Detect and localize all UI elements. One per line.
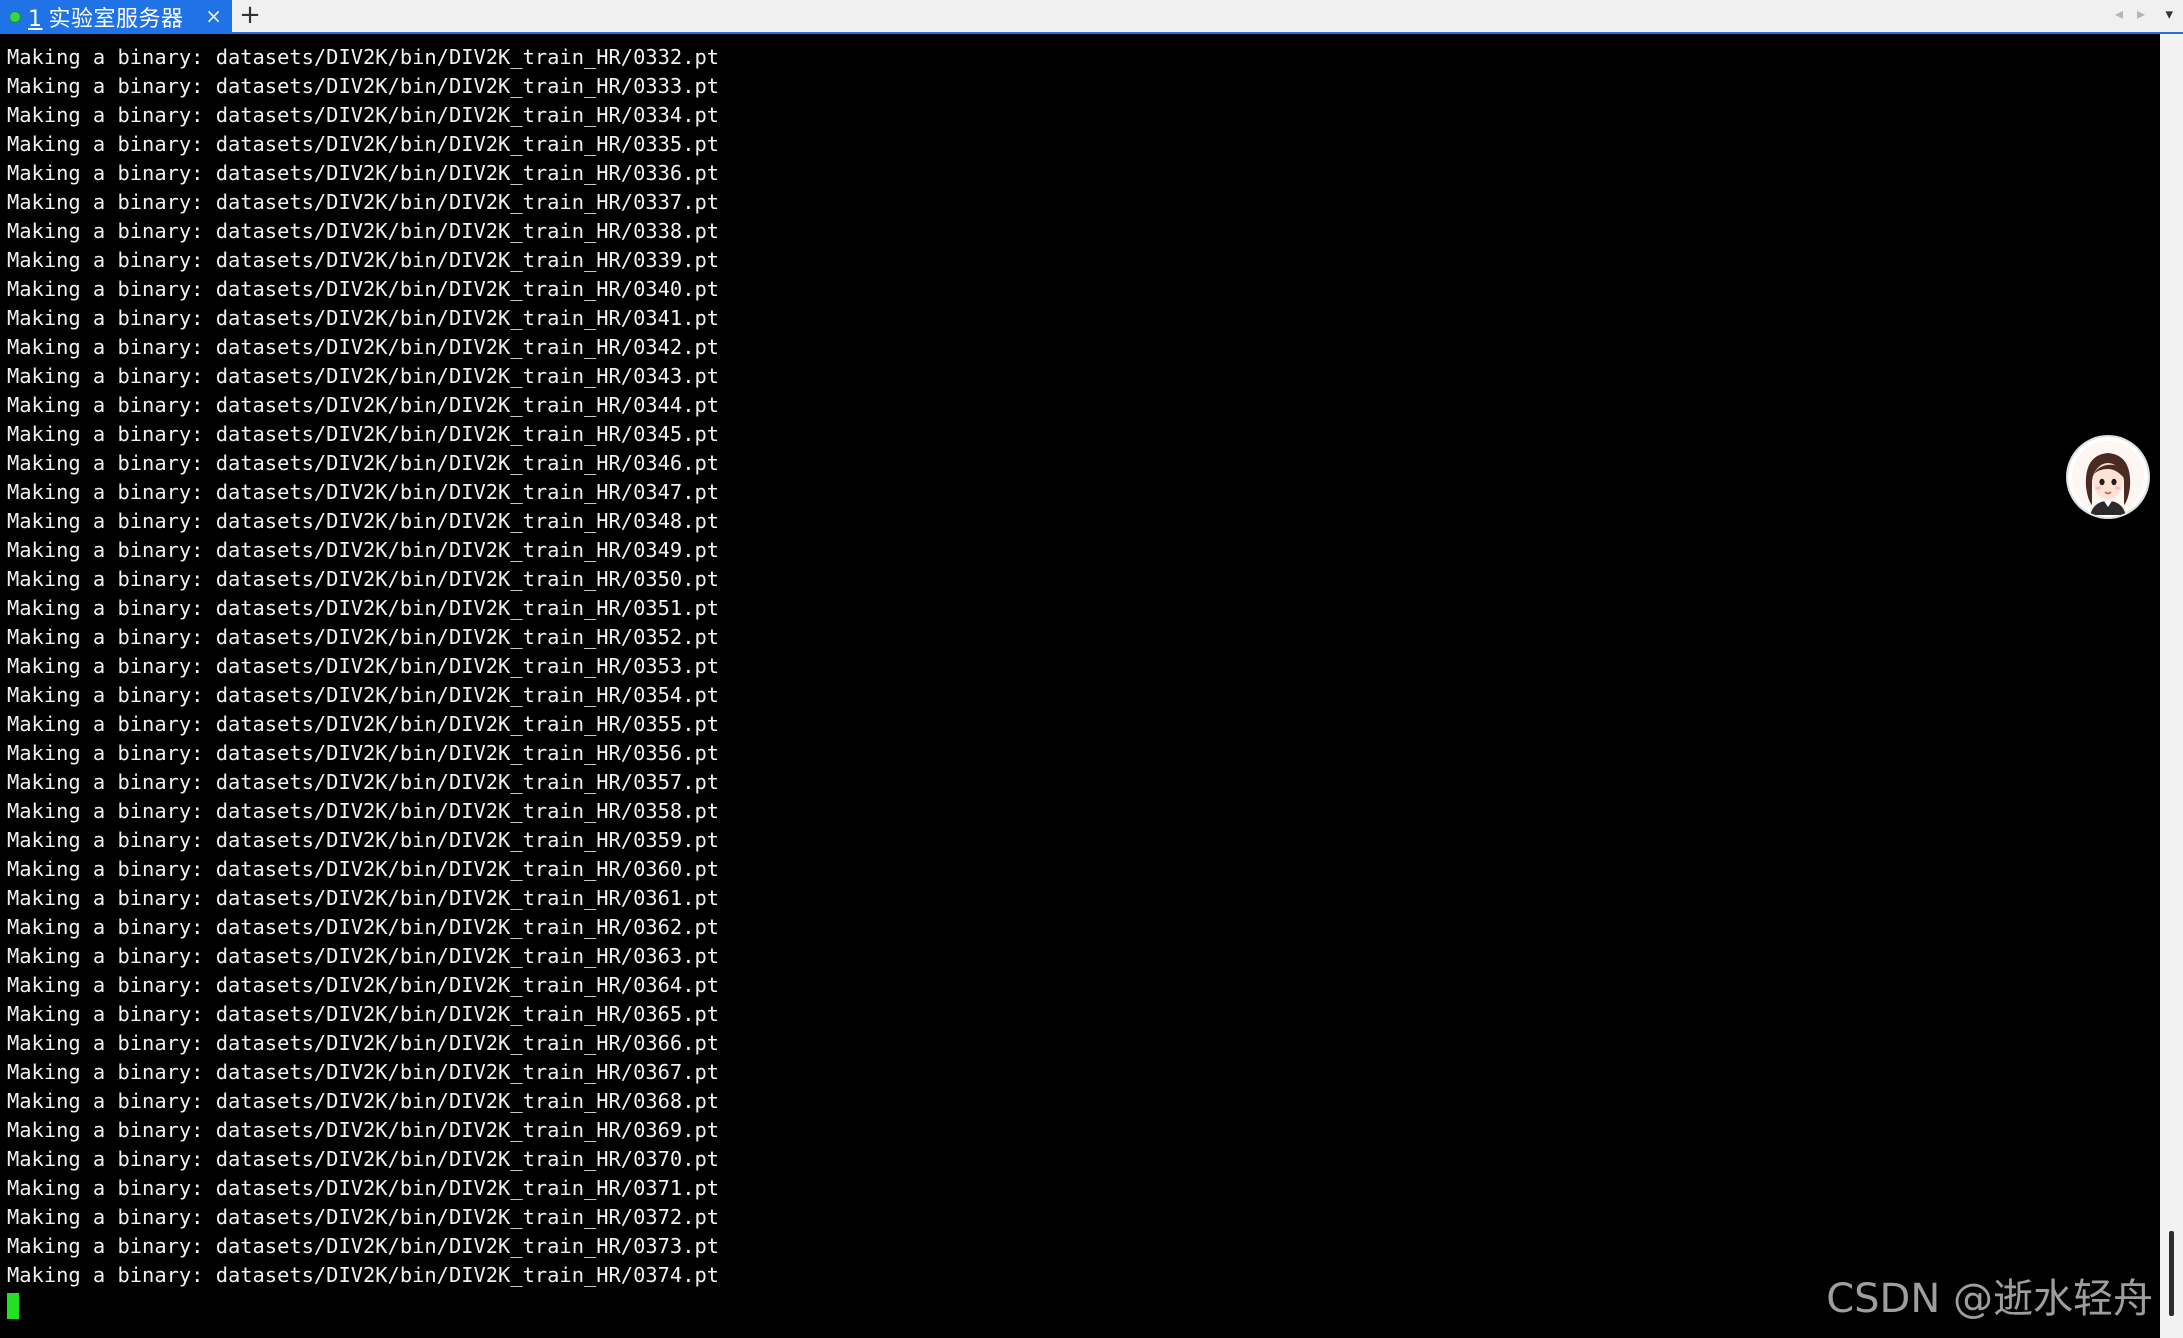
tab-number: 1 [28, 7, 43, 32]
terminal-line: Making a binary: datasets/DIV2K/bin/DIV2… [7, 219, 720, 243]
terminal-output[interactable]: Making a binary: datasets/DIV2K/bin/DIV2… [0, 34, 2160, 1338]
terminal-line: Making a binary: datasets/DIV2K/bin/DIV2… [7, 451, 720, 475]
tab-session-active[interactable]: 1 实验室服务器 × [0, 0, 232, 34]
terminal-line: Making a binary: datasets/DIV2K/bin/DIV2… [7, 886, 720, 910]
scroll-tabs-right-icon[interactable]: ▸ [2137, 4, 2145, 23]
terminal-line: Making a binary: datasets/DIV2K/bin/DIV2… [7, 1118, 720, 1142]
terminal-prompt-line [7, 1290, 719, 1319]
terminal-line: Making a binary: datasets/DIV2K/bin/DIV2… [7, 248, 720, 272]
terminal-line: Making a binary: datasets/DIV2K/bin/DIV2… [7, 306, 720, 330]
terminal-line: Making a binary: datasets/DIV2K/bin/DIV2… [7, 1002, 720, 1026]
terminal-line: Making a binary: datasets/DIV2K/bin/DIV2… [7, 1060, 720, 1084]
terminal-line: Making a binary: datasets/DIV2K/bin/DIV2… [7, 857, 720, 881]
tab-bar: 1 实验室服务器 × + ◂ ▸ ▾ [0, 0, 2183, 34]
terminal-cursor [7, 1293, 19, 1319]
terminal-line: Making a binary: datasets/DIV2K/bin/DIV2… [7, 828, 720, 852]
avatar-face-icon [2072, 441, 2144, 515]
terminal-line: Making a binary: datasets/DIV2K/bin/DIV2… [7, 103, 720, 127]
terminal-line: Making a binary: datasets/DIV2K/bin/DIV2… [7, 625, 720, 649]
terminal-line: Making a binary: datasets/DIV2K/bin/DIV2… [7, 335, 720, 359]
terminal-line: Making a binary: datasets/DIV2K/bin/DIV2… [7, 1089, 720, 1113]
terminal-line: Making a binary: datasets/DIV2K/bin/DIV2… [7, 1031, 720, 1055]
terminal-line: Making a binary: datasets/DIV2K/bin/DIV2… [7, 422, 720, 446]
terminal-line: Making a binary: datasets/DIV2K/bin/DIV2… [7, 538, 720, 562]
terminal-line: Making a binary: datasets/DIV2K/bin/DIV2… [7, 190, 720, 214]
connection-status-icon [10, 12, 20, 22]
terminal-line: Making a binary: datasets/DIV2K/bin/DIV2… [7, 712, 720, 736]
terminal-line: Making a binary: datasets/DIV2K/bin/DIV2… [7, 1234, 720, 1258]
terminal-line: Making a binary: datasets/DIV2K/bin/DIV2… [7, 45, 720, 69]
scroll-tabs-left-icon[interactable]: ◂ [2115, 4, 2123, 23]
close-tab-icon[interactable]: × [205, 3, 222, 29]
terminal-line: Making a binary: datasets/DIV2K/bin/DIV2… [7, 480, 720, 504]
terminal-line: Making a binary: datasets/DIV2K/bin/DIV2… [7, 74, 720, 98]
terminal-line: Making a binary: datasets/DIV2K/bin/DIV2… [7, 1147, 720, 1171]
tab-list-dropdown-icon[interactable]: ▾ [2165, 5, 2173, 23]
terminal-line: Making a binary: datasets/DIV2K/bin/DIV2… [7, 1263, 720, 1287]
terminal-line: Making a binary: datasets/DIV2K/bin/DIV2… [7, 799, 720, 823]
scrollbar-thumb[interactable] [2169, 1231, 2174, 1316]
terminal-line: Making a binary: datasets/DIV2K/bin/DIV2… [7, 683, 720, 707]
tab-title: 实验室服务器 [48, 7, 184, 32]
new-tab-button[interactable]: + [236, 2, 264, 30]
terminal-line: Making a binary: datasets/DIV2K/bin/DIV2… [7, 741, 720, 765]
terminal-line: Making a binary: datasets/DIV2K/bin/DIV2… [7, 393, 720, 417]
terminal-line: Making a binary: datasets/DIV2K/bin/DIV2… [7, 596, 720, 620]
vertical-scrollbar[interactable] [2160, 34, 2183, 1338]
terminal-lines: Making a binary: datasets/DIV2K/bin/DIV2… [7, 43, 719, 1319]
terminal-line: Making a binary: datasets/DIV2K/bin/DIV2… [7, 1176, 720, 1200]
tab-label: 1 实验室服务器 [28, 1, 184, 33]
watermark: CSDN @逝水轻舟 [1826, 1276, 2153, 1322]
terminal-line: Making a binary: datasets/DIV2K/bin/DIV2… [7, 509, 720, 533]
terminal-line: Making a binary: datasets/DIV2K/bin/DIV2… [7, 973, 720, 997]
terminal-line: Making a binary: datasets/DIV2K/bin/DIV2… [7, 277, 720, 301]
terminal-line: Making a binary: datasets/DIV2K/bin/DIV2… [7, 654, 720, 678]
terminal-line: Making a binary: datasets/DIV2K/bin/DIV2… [7, 364, 720, 388]
terminal-line: Making a binary: datasets/DIV2K/bin/DIV2… [7, 944, 720, 968]
terminal-line: Making a binary: datasets/DIV2K/bin/DIV2… [7, 915, 720, 939]
terminal-line: Making a binary: datasets/DIV2K/bin/DIV2… [7, 567, 720, 591]
assistant-avatar-icon[interactable] [2068, 437, 2148, 517]
terminal-line: Making a binary: datasets/DIV2K/bin/DIV2… [7, 1205, 720, 1229]
terminal-line: Making a binary: datasets/DIV2K/bin/DIV2… [7, 132, 720, 156]
terminal-line: Making a binary: datasets/DIV2K/bin/DIV2… [7, 161, 720, 185]
terminal-line: Making a binary: datasets/DIV2K/bin/DIV2… [7, 770, 720, 794]
